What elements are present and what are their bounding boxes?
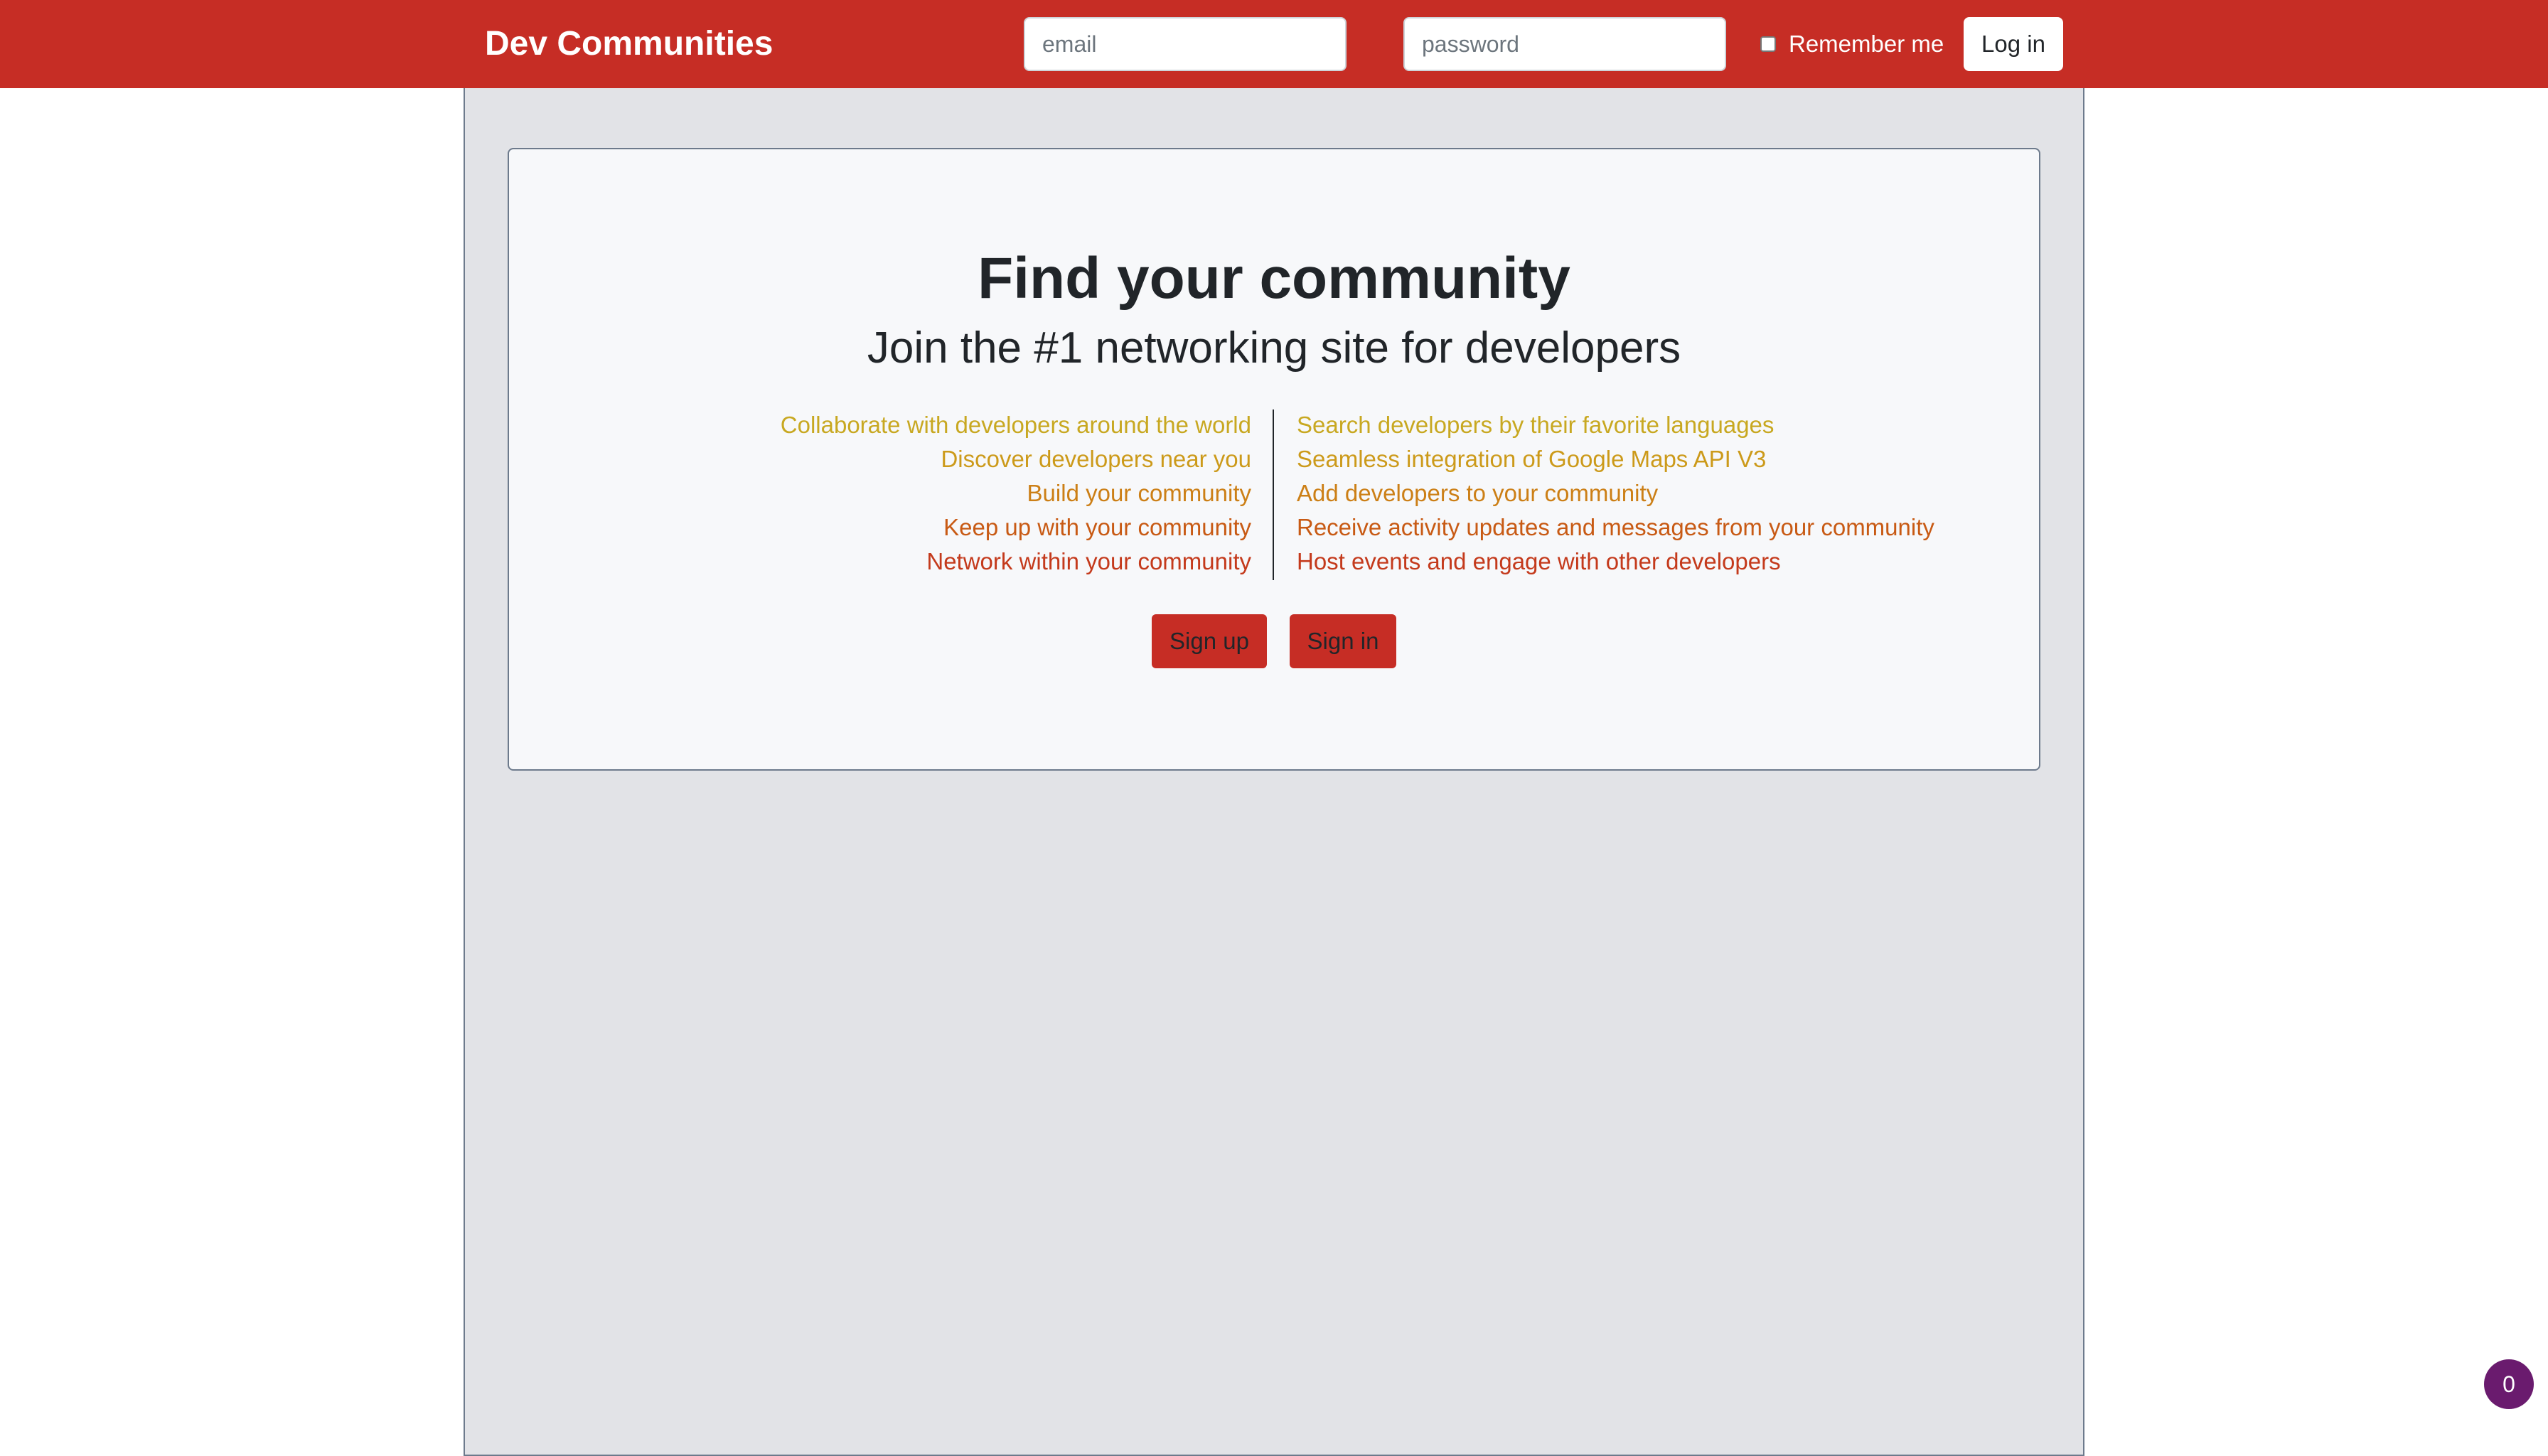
feature-item: Collaborate with developers around the w… <box>780 412 1251 438</box>
feature-item: Discover developers near you <box>941 446 1251 472</box>
feature-item: Keep up with your community <box>943 514 1251 540</box>
feature-item: Search developers by their favorite lang… <box>1297 412 1774 438</box>
signin-button[interactable]: Sign in <box>1290 614 1396 668</box>
features-left-list: Collaborate with developers around the w… <box>781 408 1251 579</box>
hero-title: Find your community <box>978 246 1570 311</box>
email-input[interactable] <box>1024 17 1347 71</box>
remember-me-label: Remember me <box>1789 31 1944 57</box>
notification-count-badge[interactable]: 0 <box>2484 1359 2534 1409</box>
signup-button[interactable]: Sign up <box>1152 614 1267 668</box>
feature-item: Seamless integration of Google Maps API … <box>1297 446 1767 472</box>
feature-item: Build your community <box>1027 480 1251 506</box>
feature-item: Host events and engage with other develo… <box>1297 548 1781 574</box>
hero-subtitle: Join the #1 networking site for develope… <box>867 323 1681 373</box>
feature-item: Network within your community <box>926 548 1251 574</box>
hero-card: Find your community Join the #1 networki… <box>508 148 2040 771</box>
login-button[interactable]: Log in <box>1964 17 2063 71</box>
top-navbar: Dev Communities Remember me Log in <box>0 0 2548 88</box>
remember-me-checkbox[interactable] <box>1760 36 1776 52</box>
feature-item: Receive activity updates and messages fr… <box>1297 514 1934 540</box>
features-divider <box>1273 410 1274 580</box>
remember-me-control[interactable]: Remember me <box>1760 28 1944 60</box>
feature-item: Add developers to your community <box>1297 480 1659 506</box>
password-input[interactable] <box>1403 17 1726 71</box>
features-right-list: Search developers by their favorite lang… <box>1297 408 1934 579</box>
brand-logo-text[interactable]: Dev Communities <box>485 21 773 67</box>
